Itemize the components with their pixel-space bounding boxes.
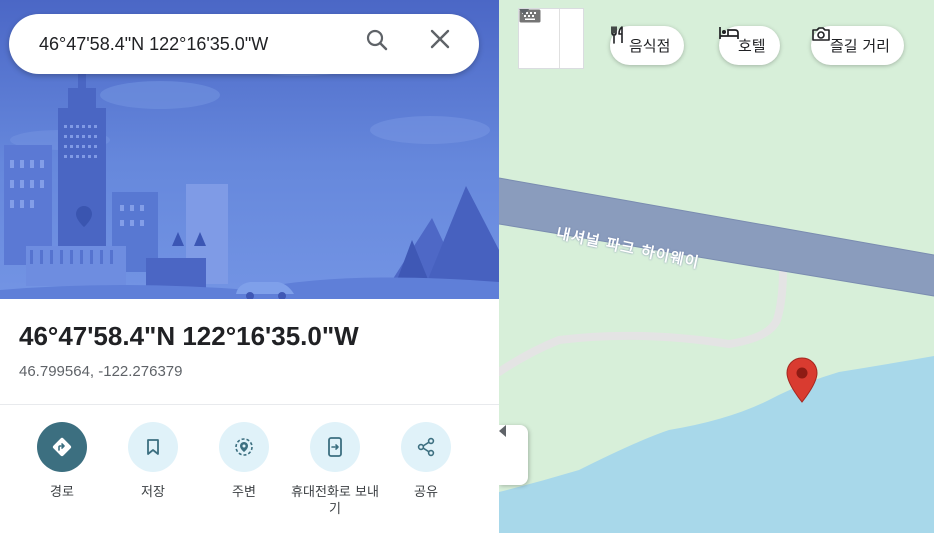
directions-icon — [52, 437, 72, 457]
decimal-coordinates[interactable]: 46.799564, -122.276379 — [19, 363, 182, 380]
chip-hotels-label: 호텔 — [738, 37, 766, 55]
chip-things-to-do[interactable]: 즐길 거리 — [811, 26, 904, 65]
chevron-left-icon — [499, 425, 506, 437]
input-tools — [518, 8, 584, 69]
trail — [499, 266, 787, 376]
map-pin-icon — [786, 357, 818, 403]
action-bar: 경로 저장 주변 휴대전화로 보내기 공유 — [0, 405, 499, 533]
chip-hotels[interactable]: 호텔 — [719, 26, 780, 65]
nearby-circle — [219, 422, 269, 472]
bookmark-icon — [147, 439, 159, 455]
search-icon — [366, 29, 388, 51]
send-to-phone-icon — [328, 437, 342, 457]
input-tools-dropdown[interactable] — [519, 9, 583, 68]
place-info: 46°47'58.4"N 122°16'35.0"W 46.799564, -1… — [0, 299, 499, 404]
share-icon — [417, 437, 435, 457]
share-button[interactable]: 공유 — [380, 422, 472, 501]
save-button[interactable]: 저장 — [107, 422, 199, 501]
collapse-panel-button[interactable] — [499, 425, 528, 485]
keyboard-button[interactable] — [519, 9, 560, 68]
save-label: 저장 — [141, 485, 165, 500]
nearby-label: 주변 — [232, 485, 256, 500]
hero-illustration — [0, 0, 499, 299]
map-features — [499, 177, 934, 533]
chevron-down-icon — [519, 9, 529, 15]
share-circle — [401, 422, 451, 472]
directions-circle — [37, 422, 87, 472]
send-to-phone-circle — [310, 422, 360, 472]
clear-search-button[interactable] — [429, 28, 461, 60]
directions-label: 경로 — [50, 485, 74, 500]
send-to-phone-button[interactable]: 휴대전화로 보내기 — [289, 422, 381, 518]
place-title: 46°47'58.4"N 122°16'35.0"W — [19, 321, 359, 351]
search-box — [9, 14, 479, 74]
search-input[interactable] — [39, 14, 359, 74]
nearby-button[interactable]: 주변 — [198, 422, 290, 501]
water-area — [499, 356, 934, 533]
chip-things-to-do-label: 즐길 거리 — [830, 37, 890, 55]
nearby-icon — [235, 438, 253, 456]
place-panel: 46°47'58.4"N 122°16'35.0"W 46.799564, -1… — [0, 0, 499, 533]
search-button[interactable] — [365, 28, 397, 60]
save-circle — [128, 422, 178, 472]
chip-restaurants-label: 음식점 — [629, 37, 671, 55]
location-marker[interactable] — [785, 356, 819, 404]
chip-restaurants[interactable]: 음식점 — [610, 26, 685, 65]
directions-button[interactable]: 경로 — [16, 422, 108, 501]
send-to-phone-label: 휴대전화로 보내기 — [291, 485, 379, 517]
close-icon — [430, 29, 450, 49]
map-canvas[interactable]: 내셔널 파크 하이웨이 음식점 호텔 즐길 거리 — [499, 0, 934, 533]
share-label: 공유 — [414, 485, 438, 500]
